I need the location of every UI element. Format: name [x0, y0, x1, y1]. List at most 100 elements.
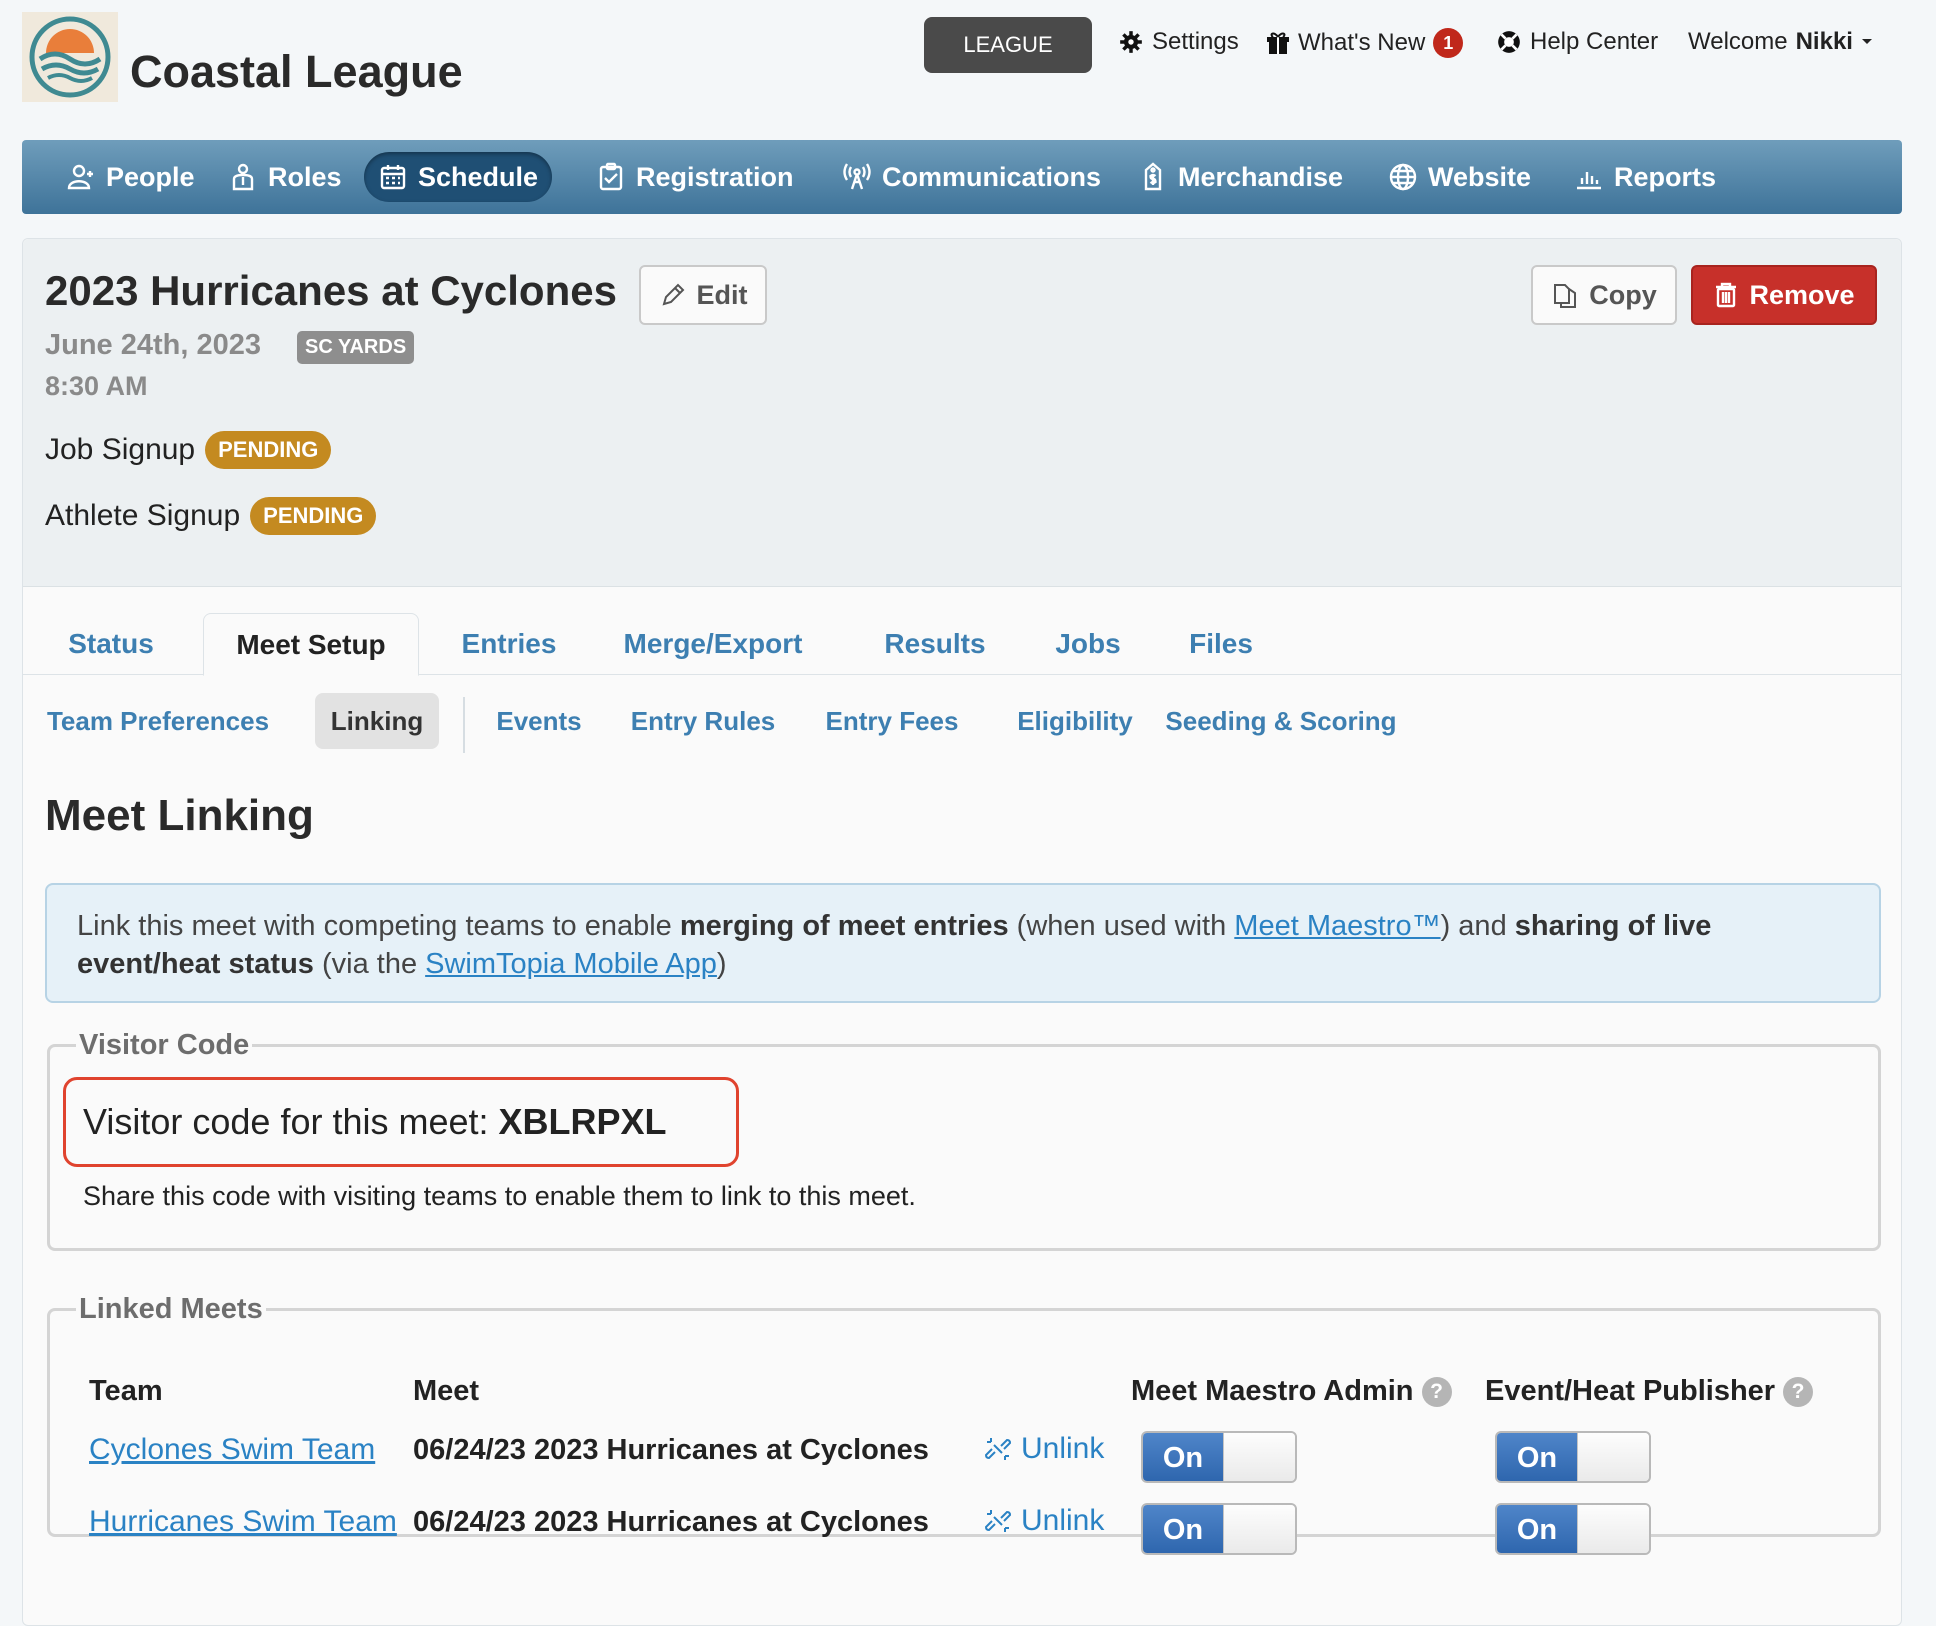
info-bold-1: merging of meet entries	[679, 910, 1009, 942]
help-center-link[interactable]: Help Center	[1496, 28, 1658, 56]
nav-registration[interactable]: Registration	[582, 152, 808, 202]
col-header-publisher: Event/Heat Publisher ?	[1485, 1375, 1814, 1408]
info-text-3: ) and	[1440, 910, 1515, 942]
info-text-2: (when used with	[1008, 910, 1235, 942]
linked-meet-name: 06/24/23 2023 Hurricanes at Cyclones	[413, 1506, 929, 1538]
nav-registration-label: Registration	[636, 161, 794, 192]
roles-icon	[232, 163, 254, 191]
settings-link[interactable]: Settings	[1118, 28, 1239, 56]
col-header-team: Team	[89, 1375, 163, 1407]
visitor-code-line: Visitor code for this meet: XBLRPXL	[83, 1101, 667, 1143]
nav-roles-label: Roles	[268, 161, 342, 192]
subtab-entry-rules[interactable]: Entry Rules	[623, 693, 783, 749]
toggle-knob	[1577, 1433, 1649, 1481]
remove-button[interactable]: Remove	[1691, 265, 1877, 325]
remove-button-label: Remove	[1749, 279, 1855, 310]
caret-down-icon	[1861, 39, 1872, 44]
tab-merge-export[interactable]: Merge/Export	[603, 613, 823, 675]
top-header: Coastal League LEAGUE Settings What's Ne…	[0, 0, 1936, 140]
whats-new-count-badge: 1	[1433, 28, 1464, 58]
user-menu[interactable]: Welcome Nikki	[1688, 28, 1873, 56]
nav-website[interactable]: Website	[1374, 152, 1545, 202]
nav-reports-label: Reports	[1614, 161, 1717, 192]
tab-meet-setup[interactable]: Meet Setup	[203, 613, 419, 676]
subtab-divider	[463, 697, 465, 753]
page-title: Meet Linking	[45, 791, 314, 840]
nav-people[interactable]: People	[52, 152, 209, 202]
meet-maestro-admin-toggle[interactable]: On	[1141, 1431, 1297, 1483]
unlink-button[interactable]: Unlink	[983, 1432, 1104, 1466]
linked-meets-section: Linked Meets	[47, 1293, 1881, 1537]
subtab-events[interactable]: Events	[489, 693, 589, 749]
event-heat-publisher-toggle[interactable]: On	[1495, 1431, 1651, 1483]
unlink-button[interactable]: Unlink	[983, 1504, 1104, 1538]
athlete-signup-status: Athlete Signup PENDING	[45, 497, 377, 535]
unlink-icon	[984, 1438, 1012, 1460]
visitor-code-prefix: Visitor code for this meet:	[83, 1101, 499, 1142]
event-tabs: Status Meet Setup Entries Merge/Export R…	[23, 613, 1901, 676]
toggle-knob	[1223, 1505, 1295, 1553]
linked-team-link[interactable]: Hurricanes Swim Team	[89, 1505, 397, 1539]
event-date: June 24th, 2023	[45, 329, 261, 361]
help-icon[interactable]: ?	[1421, 1376, 1452, 1407]
tab-results[interactable]: Results	[865, 613, 1005, 675]
nav-schedule-label: Schedule	[418, 161, 539, 192]
help-icon[interactable]: ?	[1783, 1376, 1814, 1407]
tab-entries[interactable]: Entries	[451, 613, 567, 675]
league-button[interactable]: LEAGUE	[924, 17, 1092, 73]
linked-meet-name: 06/24/23 2023 Hurricanes at Cyclones	[413, 1434, 929, 1466]
meet-maestro-link[interactable]: Meet Maestro™	[1234, 910, 1440, 942]
nav-merchandise-label: Merchandise	[1178, 161, 1344, 192]
whats-new-label: What's New	[1298, 29, 1426, 56]
tab-files[interactable]: Files	[1173, 613, 1269, 675]
subtab-team-preferences[interactable]: Team Preferences	[39, 693, 277, 749]
subtab-entry-fees[interactable]: Entry Fees	[817, 693, 967, 749]
meet-setup-subtabs: Team Preferences Linking Events Entry Ru…	[23, 679, 1901, 749]
unlink-label: Unlink	[1021, 1432, 1105, 1465]
job-signup-badge: PENDING	[205, 431, 332, 469]
league-logo[interactable]	[22, 12, 118, 102]
lifebuoy-icon	[1498, 31, 1520, 53]
event-panel: 2023 Hurricanes at Cyclones Edit Copy Re…	[22, 238, 1902, 1626]
meet-maestro-admin-toggle[interactable]: On	[1141, 1503, 1297, 1555]
copy-icon	[1554, 284, 1577, 308]
subtab-eligibility[interactable]: Eligibility	[995, 693, 1155, 749]
nav-communications[interactable]: Communications	[828, 152, 1115, 202]
tab-status[interactable]: Status	[53, 613, 169, 675]
price-tag-icon	[1144, 162, 1162, 191]
tab-jobs[interactable]: Jobs	[1043, 613, 1133, 675]
antenna-icon	[843, 163, 871, 190]
linked-team-link[interactable]: Cyclones Swim Team	[89, 1433, 375, 1467]
edit-button[interactable]: Edit	[639, 265, 767, 325]
col-header-publisher-label: Event/Heat Publisher	[1485, 1375, 1776, 1407]
course-badge: SC YARDS	[297, 331, 415, 364]
whats-new-link[interactable]: What's New 1	[1266, 28, 1464, 58]
event-time: 8:30 AM	[45, 371, 148, 401]
col-header-admin: Meet Maestro Admin ?	[1131, 1375, 1452, 1408]
calendar-icon	[380, 165, 406, 190]
copy-button-label: Copy	[1589, 279, 1657, 310]
visitor-code-note: Share this code with visiting teams to e…	[83, 1181, 916, 1211]
edit-button-label: Edit	[696, 279, 748, 310]
nav-roles[interactable]: Roles	[214, 152, 356, 202]
visitor-code-value: XBLRPXL	[498, 1101, 667, 1142]
toggle-on-label: On	[1497, 1433, 1577, 1481]
subtab-seeding-scoring[interactable]: Seeding & Scoring	[1151, 693, 1411, 749]
nav-website-label: Website	[1428, 161, 1532, 192]
people-icon	[67, 164, 93, 190]
nav-merchandise[interactable]: Merchandise	[1124, 152, 1357, 202]
event-heat-publisher-toggle[interactable]: On	[1495, 1503, 1651, 1555]
swimtopia-app-link[interactable]: SwimTopia Mobile App	[425, 948, 717, 980]
subtab-linking[interactable]: Linking	[315, 693, 439, 749]
job-signup-status: Job Signup PENDING	[45, 431, 332, 469]
info-text-4: (via the	[313, 948, 426, 980]
trash-icon	[1716, 282, 1737, 308]
linked-meets-legend: Linked Meets	[79, 1293, 263, 1325]
nav-reports[interactable]: Reports	[1560, 152, 1730, 202]
copy-button[interactable]: Copy	[1531, 265, 1677, 325]
pencil-icon	[662, 283, 684, 306]
athlete-signup-badge: PENDING	[250, 497, 377, 535]
settings-label: Settings	[1152, 28, 1239, 55]
nav-schedule[interactable]: Schedule	[364, 152, 553, 202]
linking-info-alert: Link this meet with competing teams to e…	[45, 883, 1881, 1003]
